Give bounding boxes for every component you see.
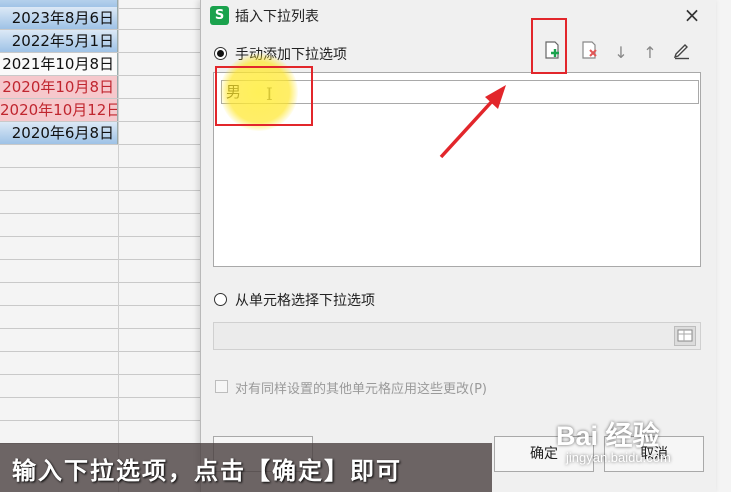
watermark-sub: jingyan.baidu.com: [566, 450, 671, 465]
baidu-watermark: Bai 经验 jingyan.baidu.com: [556, 414, 671, 465]
watermark-main: Bai 经验: [556, 421, 660, 451]
caption-banner: 输入下拉选项，点击【确定】即可: [0, 443, 492, 492]
caption-text: 输入下拉选项，点击【确定】即可: [12, 457, 402, 485]
